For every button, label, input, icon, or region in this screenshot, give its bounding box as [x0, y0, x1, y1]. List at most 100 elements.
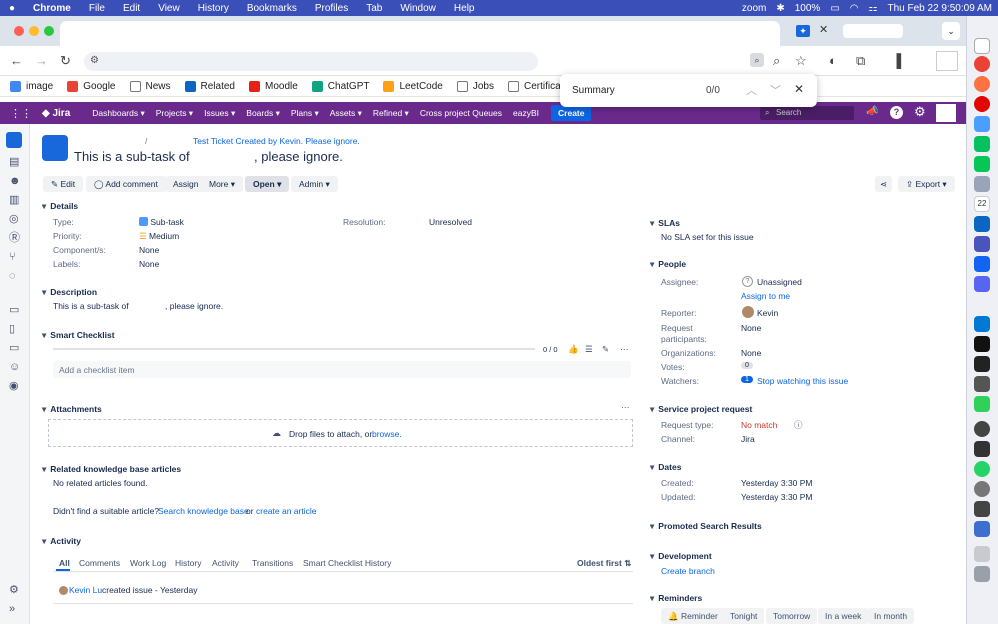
menu-window[interactable]: Window — [391, 3, 445, 14]
minimize-window-icon[interactable] — [29, 26, 39, 36]
sublime-icon[interactable] — [974, 336, 990, 352]
tab-smart-checklist-history[interactable]: Smart Checklist History — [303, 558, 391, 568]
info-icon[interactable]: ⓘ — [794, 419, 803, 431]
edit-button[interactable]: ✎ Edit — [43, 176, 84, 192]
find-input[interactable]: Summary — [572, 85, 615, 96]
reminders-heading[interactable]: Reminders — [650, 593, 702, 604]
menu-file[interactable]: File — [80, 3, 114, 14]
votes-count[interactable]: 0 — [741, 362, 753, 369]
extension-icon[interactable]: ◐ — [829, 53, 837, 68]
forward-icon[interactable]: → — [35, 53, 48, 68]
line-icon[interactable] — [974, 156, 990, 172]
bookmark-leetcode[interactable]: LeetCode — [383, 80, 443, 92]
in-a-week-chip[interactable]: In a week — [818, 608, 869, 624]
tonight-chip[interactable]: Tonight — [723, 608, 765, 624]
profile-avatar[interactable] — [936, 51, 958, 71]
issue-title-part-a[interactable]: This is a sub-task of — [74, 149, 190, 164]
share-icon[interactable]: ⋖ — [875, 176, 893, 192]
settings-gear-icon[interactable]: ⚙ — [914, 104, 926, 120]
nav-dashboards[interactable]: Dashboards ▾ — [92, 108, 144, 119]
bluetooth-icon[interactable]: ✱ — [776, 3, 784, 14]
zoom-status[interactable]: zoom — [742, 3, 766, 14]
whatsapp-icon[interactable] — [974, 461, 990, 477]
feedback-icon[interactable]: ▭ — [9, 342, 19, 354]
details-heading[interactable]: Details — [42, 201, 78, 212]
attachment-dropzone[interactable]: ☁ Drop files to attach, or browse. — [48, 419, 633, 447]
extensions-puzzle-icon[interactable]: ⧉ — [856, 53, 865, 68]
activity-monitor-icon[interactable] — [974, 376, 990, 392]
bookmark-related[interactable]: Related — [184, 80, 235, 92]
find-previous-icon[interactable]: ︿ — [746, 82, 757, 98]
calendar-icon[interactable]: 22 — [974, 196, 990, 212]
zoom-app-icon[interactable] — [974, 216, 990, 232]
firefox-icon[interactable] — [974, 76, 990, 92]
assign-to-me-link[interactable]: Assign to me — [741, 291, 790, 301]
bookmark-moodle[interactable]: Moodle — [248, 80, 298, 92]
tab-activity[interactable]: Activity — [212, 558, 239, 568]
queues-icon[interactable]: ▤ — [9, 156, 19, 168]
create-article-link[interactable]: create an article — [256, 506, 316, 516]
menu-profiles[interactable]: Profiles — [306, 3, 357, 14]
app-icon[interactable] — [974, 441, 990, 457]
notes-icon[interactable] — [974, 176, 990, 192]
menu-app[interactable]: Chrome — [24, 3, 80, 14]
github-icon[interactable] — [974, 421, 990, 437]
settings-app-icon[interactable] — [974, 481, 990, 497]
site-settings-icon[interactable]: ⚙ — [90, 55, 99, 66]
tab-all[interactable]: All — [59, 558, 70, 568]
find-in-page-icon[interactable]: ⌕ — [750, 53, 764, 67]
messages-icon[interactable] — [974, 396, 990, 412]
bookmark-google[interactable]: Google — [67, 80, 116, 92]
promoted-search-heading[interactable]: Promoted Search Results — [650, 521, 761, 532]
discord-icon[interactable] — [974, 276, 990, 292]
preview-icon[interactable] — [974, 521, 990, 537]
refined-icon[interactable]: Ⓡ — [9, 232, 20, 244]
trash-icon[interactable] — [974, 566, 990, 582]
issue-title-part-b[interactable]: , please ignore. — [254, 149, 343, 164]
tab-search-icon[interactable]: ⌄ — [942, 22, 960, 40]
settings-icon[interactable]: ◌ — [9, 270, 16, 282]
nav-cross-project-queues[interactable]: Cross project Queues — [420, 108, 502, 118]
compass-icon[interactable]: ◉ — [9, 380, 19, 392]
browser-tab-other[interactable] — [843, 24, 903, 38]
menu-edit[interactable]: Edit — [114, 3, 149, 14]
jira-search-input[interactable]: ⌕ Search — [760, 106, 854, 120]
nav-eazybi[interactable]: eazyBI — [513, 108, 539, 118]
project-avatar[interactable] — [6, 132, 22, 148]
request-type-value[interactable]: No match — [741, 420, 777, 430]
dates-heading[interactable]: Dates — [650, 462, 681, 473]
user-avatar[interactable] — [936, 104, 956, 122]
bookmark-jobs[interactable]: Jobs — [456, 80, 494, 92]
battery-icon[interactable]: ▭ — [830, 3, 839, 14]
tomorrow-chip[interactable]: Tomorrow — [766, 608, 818, 624]
close-tab-icon[interactable]: ✕ — [819, 23, 828, 36]
description-heading[interactable]: Description — [42, 287, 97, 298]
activity-user-link[interactable]: Kevin Lu — [69, 585, 102, 595]
tab-transitions[interactable]: Transitions — [252, 558, 293, 568]
vscode-icon[interactable] — [974, 316, 990, 332]
screenshot-icon[interactable] — [974, 501, 990, 517]
find-close-icon[interactable]: ✕ — [794, 82, 804, 96]
smart-checklist-heading[interactable]: Smart Checklist — [42, 330, 114, 341]
workflow-icon[interactable]: ⑂ — [9, 251, 16, 263]
menu-view[interactable]: View — [149, 3, 189, 14]
attachments-heading[interactable]: Attachments — [42, 404, 101, 415]
create-button[interactable]: Create — [551, 105, 592, 121]
nav-plans[interactable]: Plans ▾ — [291, 108, 319, 119]
nav-issues[interactable]: Issues ▾ — [204, 108, 235, 119]
export-button[interactable]: ⇪ Export ▾ — [898, 176, 955, 192]
checklist-more-icon[interactable]: ⋯ — [620, 344, 629, 355]
checklist-input[interactable]: Add a checklist item — [53, 361, 631, 378]
address-bar[interactable]: ⚙ — [84, 52, 538, 71]
menu-history[interactable]: History — [189, 3, 238, 14]
menu-bookmarks[interactable]: Bookmarks — [238, 3, 306, 14]
jira-tab-icon[interactable]: ✦ — [796, 25, 810, 37]
menu-help[interactable]: Help — [445, 3, 484, 14]
jira-logo[interactable]: ◆ Jira — [42, 108, 70, 119]
thumbs-up-icon[interactable]: 👍 — [568, 344, 579, 355]
stop-watching-link[interactable]: Stop watching this issue — [757, 376, 848, 386]
help-icon[interactable]: ? — [890, 106, 903, 119]
development-heading[interactable]: Development — [650, 551, 711, 562]
tab-history[interactable]: History — [175, 558, 201, 568]
terminal-icon[interactable] — [974, 356, 990, 372]
